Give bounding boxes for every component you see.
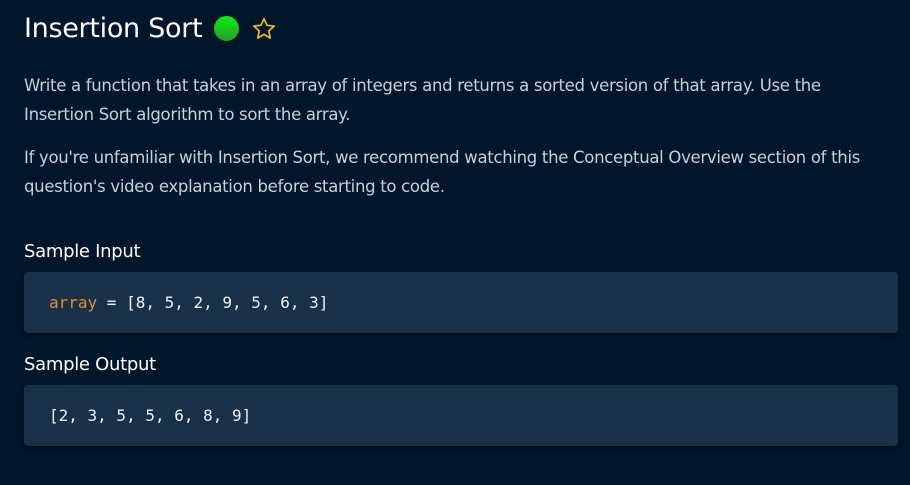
difficulty-indicator-icon [214, 16, 240, 41]
page-title: Insertion Sort [24, 13, 203, 44]
description-paragraph: Write a function that takes in an array … [24, 76, 821, 124]
question-header: Insertion Sort [24, 13, 277, 44]
star-icon[interactable] [251, 16, 277, 42]
code-variable: array [49, 293, 98, 312]
sample-output-heading: Sample Output [24, 354, 156, 375]
sample-input-heading: Sample Input [24, 241, 141, 262]
description-paragraph: If you're unfamiliar with Insertion Sort… [24, 148, 861, 196]
code-value: = [8, 5, 2, 9, 5, 6, 3] [97, 293, 329, 312]
sample-input-code: array = [8, 5, 2, 9, 5, 6, 3] [24, 272, 898, 333]
code-value: [2, 3, 5, 5, 6, 8, 9] [49, 406, 252, 425]
sample-output-code: [2, 3, 5, 5, 6, 8, 9] [24, 385, 898, 446]
